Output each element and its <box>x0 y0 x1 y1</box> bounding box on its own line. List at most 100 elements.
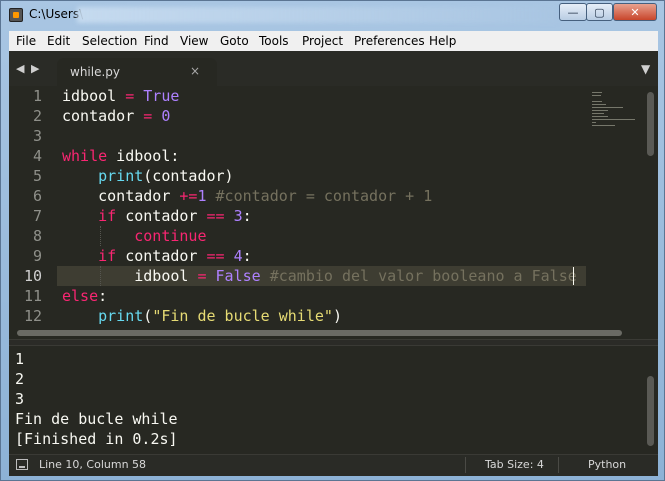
code-token: else <box>62 287 99 305</box>
app-window: C:\Users\ — ▢ ✕ File Edit Selection Find Vie… <box>0 0 665 481</box>
code-token: contador <box>62 187 180 205</box>
tab-close-icon[interactable]: × <box>190 64 200 78</box>
code-token: contador <box>116 207 207 225</box>
minimap-line <box>592 101 602 102</box>
code-token: 4 <box>233 247 243 265</box>
code-token: continue <box>134 227 207 245</box>
code-token: : <box>242 247 252 265</box>
code-editor[interactable]: 1 2 3 4 5 6 7 8 9 10 11 12 idbool = True contador = … <box>9 86 658 326</box>
output-scroll-thumb[interactable] <box>647 376 654 446</box>
code-line: if contador == 3: <box>62 206 252 226</box>
editor-horizontal-scrollbar[interactable] <box>9 326 658 339</box>
previous-tab-icon[interactable]: ◀ <box>16 62 24 75</box>
menu-view[interactable]: View <box>180 34 208 48</box>
code-token: #cambio del valor booleano a False <box>260 267 577 285</box>
code-token: : <box>242 207 252 225</box>
tab-while-py[interactable]: while.py × <box>57 58 217 86</box>
menu-preferences[interactable]: Preferences <box>354 34 425 48</box>
tab-label: while.py <box>70 65 121 79</box>
code-token: 3 <box>233 207 243 225</box>
code-token: idbool <box>62 267 198 285</box>
close-icon: ✕ <box>630 5 640 19</box>
output-vertical-scrollbar[interactable] <box>645 346 658 454</box>
minimap-line <box>592 116 608 117</box>
minimap-line <box>592 113 604 114</box>
code-token: 0 <box>161 107 171 125</box>
code-line: else: <box>62 286 107 306</box>
window-title: C:\Users\ <box>29 7 84 21</box>
line-number-gutter: 1 2 3 4 5 6 7 8 9 10 11 12 <box>9 86 57 326</box>
output-line: 1 <box>15 350 25 368</box>
line-number: 5 <box>32 167 42 185</box>
line-number: 7 <box>32 207 42 225</box>
code-area[interactable]: idbool = True contador = 0 while idbool: p… <box>62 86 582 326</box>
code-token: if <box>98 247 117 265</box>
next-tab-icon[interactable]: ▶ <box>31 62 39 75</box>
text-cursor <box>573 267 574 285</box>
line-number: 4 <box>32 147 42 165</box>
editor-scroll-thumb[interactable] <box>647 92 654 156</box>
close-window-button[interactable]: ✕ <box>613 3 657 21</box>
code-token: ) <box>332 307 342 325</box>
menu-bar: File Edit Selection Find View Goto Tools Projec… <box>9 31 658 52</box>
status-divider <box>465 457 466 473</box>
line-number: 2 <box>32 107 42 125</box>
code-token: print <box>98 307 144 325</box>
code-token: idbool: <box>107 147 180 165</box>
minimap[interactable] <box>588 86 644 326</box>
minimap-line <box>592 125 615 126</box>
status-divider <box>558 457 559 473</box>
code-token: #contador = contador + 1 <box>206 187 433 205</box>
line-number: 12 <box>23 307 42 325</box>
code-token: (contador) <box>143 167 234 185</box>
output-line: [Finished in 0.2s] <box>15 430 178 448</box>
code-line: contador +=1 #contador = contador + 1 <box>62 186 432 206</box>
code-token: idbool <box>62 87 126 105</box>
tab-list-dropdown-icon[interactable]: ▼ <box>641 62 650 76</box>
code-line: idbool = True <box>62 86 179 106</box>
minimize-button[interactable]: — <box>559 3 587 21</box>
menu-find[interactable]: Find <box>144 34 169 48</box>
panel-toggle-icon[interactable] <box>16 459 28 470</box>
code-token: contador <box>116 247 207 265</box>
code-token: 1 <box>197 187 207 205</box>
menu-project[interactable]: Project <box>302 34 343 48</box>
title-bar[interactable]: C:\Users\ — ▢ ✕ <box>1 1 664 29</box>
menu-edit[interactable]: Edit <box>47 34 70 48</box>
minimap-line <box>592 95 601 96</box>
maximize-button[interactable]: ▢ <box>586 3 613 21</box>
panel-splitter[interactable] <box>9 339 658 346</box>
editor-vertical-scrollbar[interactable] <box>645 86 658 326</box>
output-line: 2 <box>15 370 25 388</box>
syntax-indicator[interactable]: Python <box>588 458 626 471</box>
code-line: contador = 0 <box>62 106 170 126</box>
minimap-line <box>592 119 635 120</box>
horizontal-scroll-thumb[interactable] <box>17 330 622 336</box>
menu-selection[interactable]: Selection <box>82 34 137 48</box>
build-output-panel[interactable]: 1 2 3 Fin de bucle while [Finished in 0.2s] <box>9 346 658 454</box>
code-token: == <box>206 247 225 265</box>
menu-goto[interactable]: Goto <box>220 34 249 48</box>
code-token: True <box>143 87 180 105</box>
cursor-position: Line 10, Column 58 <box>39 458 147 471</box>
code-token: = <box>197 267 207 285</box>
code-token: = <box>125 87 135 105</box>
line-number: 3 <box>32 127 42 145</box>
line-number: 9 <box>32 247 42 265</box>
line-number: 1 <box>32 87 42 105</box>
code-token: ( <box>143 307 153 325</box>
line-number: 8 <box>32 227 42 245</box>
menu-tools[interactable]: Tools <box>259 34 289 48</box>
menu-file[interactable]: File <box>16 34 36 48</box>
minimap-line <box>592 92 602 93</box>
menu-help[interactable]: Help <box>429 34 456 48</box>
tab-size-indicator[interactable]: Tab Size: 4 <box>485 458 544 471</box>
code-line: print("Fin de bucle while") <box>62 306 342 326</box>
